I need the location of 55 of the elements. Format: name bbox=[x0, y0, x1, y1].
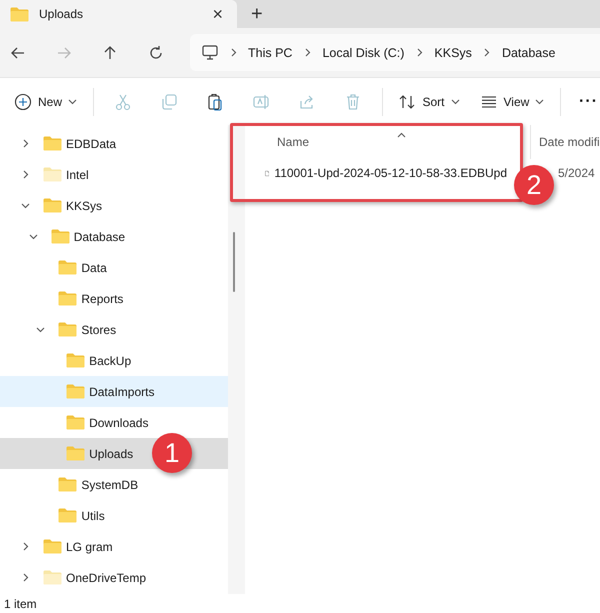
breadcrumb[interactable]: KKSys bbox=[434, 46, 472, 60]
tree-item[interactable]: KKSys bbox=[0, 190, 228, 221]
close-tab-button[interactable]: × bbox=[208, 4, 227, 24]
more-options-button[interactable]: ··· bbox=[577, 88, 600, 114]
tree-item[interactable]: DataImports bbox=[0, 376, 228, 407]
tree-item[interactable]: Data bbox=[0, 252, 228, 283]
breadcrumb-chevron-icon[interactable] bbox=[228, 48, 238, 57]
tree-item[interactable]: Database bbox=[0, 221, 228, 252]
column-header[interactable]: Name bbox=[245, 125, 530, 159]
address-bar[interactable]: This PC Local Disk (C:) KKSys Database bbox=[190, 34, 600, 71]
status-text: 1 item bbox=[3, 596, 38, 612]
breadcrumb[interactable]: This PC bbox=[248, 46, 292, 60]
step-callout-tooltip: 2 bbox=[514, 165, 554, 205]
paste-icon[interactable] bbox=[206, 92, 224, 110]
dropdown-caret-icon[interactable] bbox=[450, 97, 460, 106]
expand-chevron-icon[interactable] bbox=[21, 170, 30, 179]
tree-item[interactable]: Stores bbox=[0, 314, 228, 345]
tab-title: Uploads bbox=[39, 7, 84, 21]
up-arrow-icon[interactable] bbox=[102, 44, 118, 60]
expand-chevron-icon[interactable] bbox=[36, 325, 46, 334]
column-header[interactable]: Date modifi bbox=[530, 125, 600, 159]
refresh-icon[interactable] bbox=[148, 44, 164, 60]
tree-item[interactable]: Utils bbox=[0, 500, 228, 531]
expand-chevron-icon[interactable] bbox=[21, 542, 30, 551]
breadcrumb-chevron-icon[interactable] bbox=[302, 48, 312, 57]
scrollbar-thumb[interactable] bbox=[233, 232, 235, 292]
plus-circle-icon[interactable] bbox=[14, 92, 32, 110]
breadcrumb[interactable]: Database bbox=[502, 46, 556, 60]
new-button[interactable]: New bbox=[12, 88, 80, 114]
active-tab[interactable]: Uploads × bbox=[0, 0, 237, 28]
tree-item[interactable]: LG gram bbox=[0, 531, 228, 562]
new-tab-button[interactable]: + bbox=[245, 0, 269, 28]
tree-item[interactable]: Reports bbox=[0, 283, 228, 314]
tree-item[interactable]: EDBData bbox=[0, 128, 228, 159]
dropdown-caret-icon[interactable] bbox=[535, 97, 544, 106]
folder-icon bbox=[10, 6, 29, 22]
sort-button[interactable]: Sort bbox=[396, 88, 462, 114]
expand-chevron-icon[interactable] bbox=[21, 201, 30, 210]
file-item[interactable]: 110001-Upd-2024-05-12-10-58-33.EDBUpd bbox=[245, 166, 507, 180]
back-arrow-icon[interactable] bbox=[10, 44, 26, 60]
expand-chevron-icon[interactable] bbox=[28, 232, 38, 241]
date-cell-text: 5/2024 bbox=[557, 166, 595, 180]
breadcrumb-chevron-icon[interactable] bbox=[414, 48, 424, 57]
dropdown-caret-icon[interactable] bbox=[68, 97, 78, 106]
tree-item[interactable]: OneDriveTemp bbox=[0, 562, 228, 593]
monitor-icon bbox=[202, 45, 218, 60]
tree-item[interactable]: Intel bbox=[0, 159, 228, 190]
view-button[interactable]: View bbox=[478, 88, 546, 114]
step-callout-tooltip: 1 bbox=[152, 433, 192, 473]
expand-chevron-icon[interactable] bbox=[21, 573, 30, 582]
breadcrumb-chevron-icon[interactable] bbox=[482, 48, 492, 57]
sort-arrows-icon[interactable] bbox=[398, 92, 416, 110]
expand-chevron-icon[interactable] bbox=[21, 139, 30, 148]
breadcrumb[interactable]: Local Disk (C:) bbox=[322, 46, 404, 60]
tree-item[interactable]: BackUp bbox=[0, 345, 228, 376]
